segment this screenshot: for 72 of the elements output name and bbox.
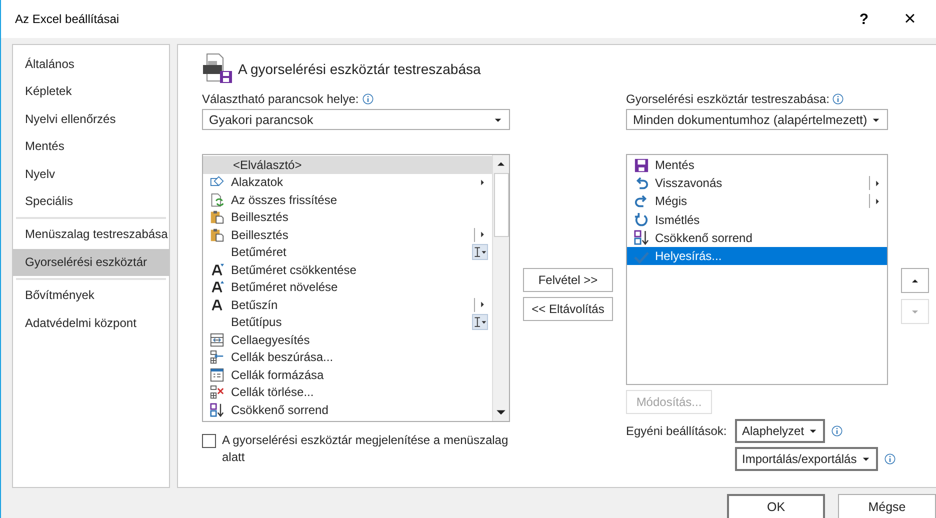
cancel-button[interactable]: Mégse [838, 494, 936, 518]
reset-button[interactable]: Alaphelyzet [735, 419, 826, 443]
sidebar-item[interactable]: Adatvédelmi központ [13, 310, 169, 337]
command-item[interactable]: Betűméret növelése [203, 278, 492, 296]
close-button[interactable]: × [884, 4, 936, 34]
clipboard-icon [210, 210, 224, 224]
command-item[interactable]: Beillesztés [203, 208, 492, 226]
refresh-icon [210, 192, 224, 207]
sidebar-item[interactable]: Képletek [13, 78, 169, 106]
window-title: Az Excel beállításai [15, 12, 120, 26]
command-item[interactable]: Cellaegyesítés [203, 331, 492, 348]
command-item[interactable]: Alakzatok [203, 174, 492, 191]
scrollbar[interactable] [492, 155, 509, 421]
toolbar-item[interactable]: Helyesírás... [627, 246, 887, 266]
add-button[interactable]: Felvétel >> [523, 268, 613, 292]
sidebar-item[interactable]: Bővítmények [13, 282, 169, 310]
sort-icon [634, 230, 648, 246]
info-icon [362, 93, 374, 105]
sidebar-item[interactable]: Menüszalag testreszabása [13, 221, 169, 249]
redo-icon [634, 194, 648, 209]
sidebar-item[interactable]: Nyelvi ellenőrzés [13, 106, 169, 134]
toolbar-item[interactable]: Visszavonás [627, 174, 887, 192]
repeat-icon [634, 212, 648, 228]
command-item[interactable]: Cellák beszúrása... [203, 348, 492, 366]
command-item[interactable]: <Elválasztó> [203, 156, 492, 174]
command-item[interactable]: Az összes frissítése [203, 191, 492, 208]
command-item[interactable]: Betűtípus [203, 314, 492, 331]
command-item[interactable]: Beillesztés [203, 226, 492, 244]
move-up-button[interactable] [901, 268, 929, 293]
import-export-button[interactable]: Importálás/exportálás [735, 447, 878, 471]
toolbar-item[interactable]: Mégis [627, 192, 887, 211]
command-item[interactable]: Betűméret csökkentése [203, 261, 492, 278]
printer-icon [202, 53, 234, 85]
field-label: Választható parancsok helye: [202, 92, 359, 106]
font-decrease-icon [210, 262, 224, 277]
checkbox[interactable] [202, 434, 216, 448]
command-item[interactable]: Cellák formázása [203, 366, 492, 384]
command-item[interactable]: Betűszín [203, 296, 492, 314]
clipboard-icon [210, 228, 224, 242]
toolbar-item[interactable]: Csökkenő sorrend [627, 228, 887, 247]
font-increase-icon [210, 280, 224, 294]
toolbar-target-dropdown[interactable]: Minden dokumentumhoz (alapértelmezett) [626, 109, 888, 130]
field-label: Egyéni beállítások: [626, 424, 728, 438]
sidebar-item[interactable]: Speciális [13, 188, 169, 216]
sidebar-item[interactable]: Mentés [13, 133, 169, 161]
ok-button[interactable]: OK [727, 494, 825, 518]
info-icon [884, 453, 896, 465]
info-icon [831, 425, 844, 437]
checkbox-label: A gyorselérési eszköztár megjelenítése a menüszalag alatt [222, 432, 510, 466]
sidebar-item[interactable]: Általános [13, 51, 169, 78]
undo-icon [634, 176, 648, 191]
toolbar-item[interactable]: Ismétlés [627, 210, 887, 229]
merge-cells-icon [210, 332, 224, 347]
command-item[interactable]: Cellák törlése... [203, 384, 492, 401]
section-heading: A gyorselérési eszköztár testreszabása [238, 61, 481, 77]
remove-button[interactable]: << Eltávolítás [523, 297, 613, 321]
letter-icon [210, 298, 224, 312]
scroll-thumb[interactable] [494, 173, 508, 237]
sidebar-item[interactable]: Nyelv [13, 160, 169, 188]
command-item[interactable]: Csökkenő sorrend [203, 401, 492, 418]
info-icon [832, 93, 844, 105]
help-button[interactable]: ? [844, 4, 884, 34]
delete-cells-icon [210, 385, 224, 400]
sidebar-item[interactable]: Gyorselérési eszköztár [13, 248, 169, 276]
toolbar-item[interactable]: Mentés [627, 156, 887, 174]
save-icon [634, 158, 648, 173]
commands-dropdown[interactable]: Gyakori parancsok [202, 109, 510, 130]
command-item[interactable]: Betűméret [203, 244, 492, 261]
sort-icon [210, 402, 224, 417]
format-cells-icon [210, 368, 224, 382]
insert-cells-icon [210, 350, 224, 364]
field-label: Gyorselérési eszköztár testreszabása: [626, 92, 830, 106]
